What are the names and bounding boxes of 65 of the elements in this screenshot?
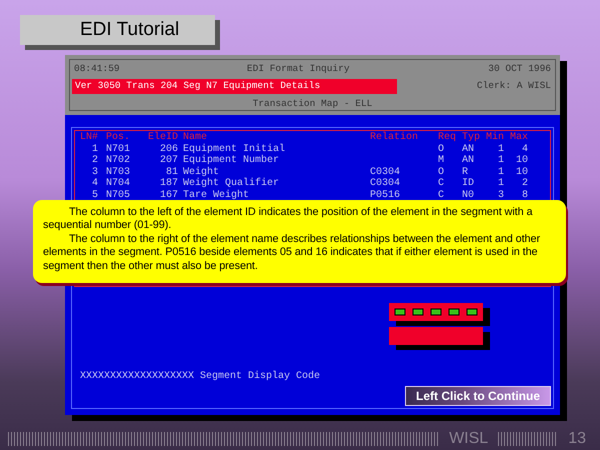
slide-title: EDI Tutorial: [20, 15, 215, 45]
table-cell-text: N703: [106, 166, 132, 178]
table-cell-text: N705: [106, 190, 132, 202]
table-cell-text: Weight: [183, 166, 220, 178]
column-header: Min: [486, 132, 504, 144]
table-cell-text: O: [438, 144, 446, 155]
column-header: Pos.: [106, 132, 132, 144]
footer-brand: WISL: [449, 428, 488, 448]
screen-subheading: Transaction Map - ELL: [252, 96, 374, 110]
table-cell-text: N701: [106, 144, 132, 155]
table-cell-text: C0304: [370, 178, 402, 190]
table-cell-text: 2: [90, 155, 98, 167]
table-cell-text: AN: [462, 155, 476, 167]
table-cell-text: C: [438, 178, 446, 190]
table-cell-text: 1: [496, 155, 504, 167]
table-cell-text: 1: [90, 144, 98, 155]
table-cell-text: N704: [106, 178, 132, 190]
segment-bar: Ver 3050 Trans 204 Seg N7 Equipment Details: [72, 79, 397, 94]
table-cell-text: AN: [462, 144, 476, 155]
screen-date: 30 OCT 1996: [487, 62, 551, 76]
table-cell-text: N702: [106, 155, 132, 167]
table-cell-text: 5: [90, 190, 98, 202]
continue-button[interactable]: Left Click to Continue: [405, 386, 551, 406]
table-cell-text: P0516: [370, 190, 402, 202]
table-cell-text: Weight Qualifier: [183, 178, 280, 190]
table-cell-text: 187: [158, 178, 178, 190]
table-cell-text: 4: [90, 178, 98, 190]
table-cell-text: R: [462, 166, 470, 178]
column-header: Typ: [462, 132, 482, 144]
screen-heading: EDI Format Inquiry: [246, 62, 351, 76]
segment-display-code: XXXXXXXXXXXXXXXXXXX Segment Display Code: [80, 370, 322, 384]
table-cell-text: C: [438, 190, 446, 202]
column-header: Req: [438, 132, 458, 144]
table-cell-text: M: [438, 155, 446, 167]
column-header: Relation: [370, 132, 420, 144]
column-header: LN#: [78, 132, 98, 144]
callout-paragraph: The column to the left of the element ID indicates the position of the element in the segment with a sequential number (01-99).: [43, 206, 534, 233]
table-cell-text: Equipment Number: [183, 155, 280, 166]
table-cell-text: 2: [520, 178, 528, 190]
table-cell-text: 4: [520, 144, 528, 155]
table-cell-text: 1: [496, 178, 504, 190]
table-cell-text: ID: [462, 178, 476, 190]
column-header: EleID: [146, 132, 178, 144]
clock-time: 08:41:59: [74, 62, 120, 76]
column-header: Max: [510, 132, 528, 144]
table-cell-text: Equipment Initial: [183, 144, 286, 155]
table-cell-text: 1: [496, 144, 504, 155]
callout-paragraph: The column to the right of the element name describes relationships between the element and other elements in the segment. P0516 beside elements 05 and 16 indicates that if either element is used in the segment then the other must also be present.: [43, 232, 541, 274]
table-cell-text: 1: [496, 166, 504, 178]
table-cell-text: O: [438, 166, 446, 178]
table-cell-text: 206: [158, 144, 178, 155]
table-cell-text: 10: [514, 155, 528, 167]
table-cell-text: 167: [158, 190, 178, 202]
table-cell-text: 8: [520, 190, 528, 202]
page-number: 13: [568, 428, 586, 448]
table-cell-text: 10: [514, 166, 528, 178]
table-cell-text: 3: [90, 166, 98, 178]
table-cell-text: Tare Weight: [183, 190, 250, 202]
table-cell-text: C0304: [370, 166, 402, 178]
table-cell-text: 207: [158, 155, 178, 167]
table-cell-text: 3: [496, 190, 504, 202]
clerk-label: Clerk: A WISL: [476, 79, 551, 94]
column-header: Name: [183, 132, 208, 144]
table-cell-text: N0: [462, 190, 476, 202]
table-cell-text: 81: [164, 166, 178, 178]
